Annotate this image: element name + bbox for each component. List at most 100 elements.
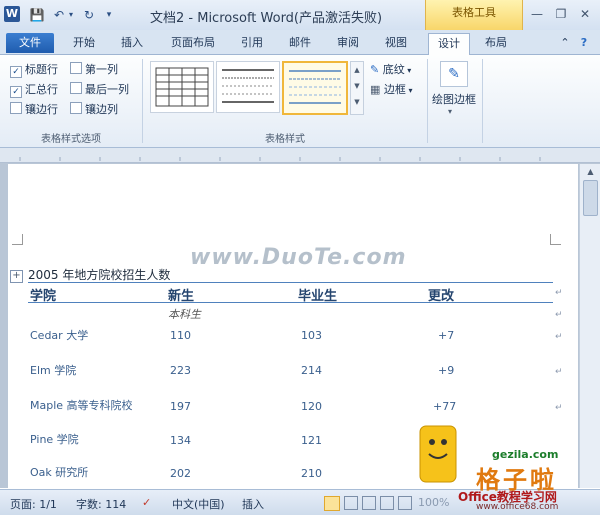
minimize-icon[interactable]: — [526,6,548,24]
tab-page-layout[interactable]: 页面布局 [160,33,226,53]
more-styles-icon[interactable]: ▼ [351,94,363,110]
banded-rows-checkbox[interactable]: 镶边行 [10,101,58,117]
cell-graduates[interactable]: 214 [301,364,322,377]
close-icon[interactable]: ✕ [574,6,596,24]
tab-mailings[interactable]: 邮件 [278,33,322,53]
cell-college[interactable]: Maple 高等专科院校 [30,397,133,413]
borders-button[interactable]: ▦ 边框 ▾ [370,81,412,97]
header-top-rule [28,282,553,283]
tab-file[interactable]: 文件 [6,33,54,53]
cell-new[interactable]: 223 [170,364,191,377]
row-end-mark: ↵ [555,367,563,377]
cell-change[interactable]: +9 [438,364,454,377]
cell-graduates[interactable]: 121 [301,434,322,447]
row-end-mark: ↵ [555,403,563,413]
margin-corner-mark [12,234,23,245]
last-column-checkbox[interactable]: 最后一列 [70,81,129,97]
checkbox-icon [70,82,82,94]
scroll-down-icon[interactable]: ▼ [351,78,363,94]
cell-new[interactable]: 197 [170,400,191,413]
ribbon-panel: ✓ 标题行 第一列 ✓ 汇总行 最后一列 镶边行 镶边列 表格样式选项 ▲ ▼ … [0,55,600,148]
margin-corner-mark [550,234,561,245]
dropdown-icon[interactable]: ▾ [66,6,76,24]
checkbox-icon [70,102,82,114]
word-count[interactable]: 字数: 114 [76,496,126,512]
row-end-mark: ↵ [555,310,563,320]
checkbox-icon [10,102,22,114]
cell-college[interactable]: Elm 学院 [30,362,76,378]
tab-review[interactable]: 审阅 [326,33,370,53]
cell-new[interactable]: 134 [170,434,191,447]
table-style-options-label: 表格样式选项 [41,134,101,145]
cell-change[interactable]: +77 [433,400,456,413]
checkbox-icon: ✓ [10,66,22,78]
cell-new[interactable]: 110 [170,329,191,342]
cell-graduates[interactable]: 103 [301,329,322,342]
insert-mode-indicator[interactable]: 插入 [242,496,264,512]
ruler[interactable] [0,148,600,163]
proofing-icon[interactable]: ✓ [142,496,151,509]
cell-change[interactable]: +7 [438,329,454,342]
total-row-checkbox[interactable]: ✓ 汇总行 [10,81,58,98]
ribbon-tabs: 文件 开始 插入 页面布局 引用 邮件 审阅 视图 设计 布局 ⌃ ? [0,30,600,55]
print-layout-view-icon[interactable] [324,496,340,511]
window-title: 文档2 - Microsoft Word(产品激活失败) [150,11,383,26]
group-divider [142,59,143,143]
language-indicator[interactable]: 中文(中国) [172,496,225,512]
tab-layout[interactable]: 布局 [474,33,518,53]
table-move-handle-icon[interactable]: + [10,270,23,283]
checkbox-icon: ✓ [10,86,22,98]
scroll-up-arrow-icon[interactable]: ▲ [580,164,600,180]
row-end-mark: ↵ [555,288,563,298]
tab-home[interactable]: 开始 [62,33,106,53]
shading-button[interactable]: ✎ 底纹 ▾ [370,61,411,77]
header-rule [28,302,553,303]
full-screen-view-icon[interactable] [344,496,358,510]
duote-watermark: www.DuoTe.com [190,245,407,270]
cell-college[interactable]: Cedar 大学 [30,327,88,343]
group-divider [482,59,483,143]
draw-borders-dropdown-icon[interactable]: ▾ [448,107,452,116]
borders-icon: ▦ [370,83,381,96]
paint-bucket-icon: ✎ [370,63,380,76]
subheader-undergrad[interactable]: 本科生 [168,306,201,322]
draft-view-icon[interactable] [398,496,412,510]
row-end-mark: ↵ [555,332,563,342]
styles-gallery-scroll[interactable]: ▲ ▼ ▼ [350,61,364,115]
redo-icon[interactable]: ↻ [80,6,98,24]
cell-graduates[interactable]: 120 [301,400,322,413]
banded-columns-checkbox[interactable]: 镶边列 [70,101,118,117]
table-tools-label: 表格工具 [425,0,523,30]
tab-view[interactable]: 视图 [374,33,418,53]
tab-design[interactable]: 设计 [428,33,470,55]
office68-url-text: www.office68.com [476,502,559,512]
save-icon[interactable]: 💾 [28,6,46,24]
cell-college[interactable]: Pine 学院 [30,431,79,447]
page-count[interactable]: 页面: 1/1 [10,496,57,512]
tab-insert[interactable]: 插入 [110,33,154,53]
table-style-light[interactable] [216,61,280,113]
scroll-thumb[interactable] [583,180,598,216]
cell-graduates[interactable]: 210 [301,467,322,480]
cell-new[interactable]: 202 [170,467,191,480]
tab-references[interactable]: 引用 [230,33,274,53]
collapse-ribbon-icon[interactable]: ⌃ [558,33,572,53]
title-bar: W 💾 ↶ ▾ ↻ ▾ 文档2 - Microsoft Word(产品激活失败)… [0,0,600,31]
table-styles-label: 表格样式 [265,134,305,145]
document-heading[interactable]: 2005 年地方院校招生人数 [28,266,170,283]
cell-college[interactable]: Oak 研究所 [30,464,88,480]
first-column-checkbox[interactable]: 第一列 [70,61,118,77]
checkbox-icon [70,62,82,74]
customize-icon[interactable]: ▾ [100,6,118,24]
web-layout-view-icon[interactable] [362,496,376,510]
help-icon[interactable]: ? [576,33,592,53]
word-app-icon[interactable]: W [4,6,20,22]
header-row-checkbox[interactable]: ✓ 标题行 [10,61,58,78]
table-style-grid[interactable] [150,61,214,113]
outline-view-icon[interactable] [380,496,394,510]
restore-icon[interactable]: ❐ [550,6,572,24]
draw-borders-button[interactable]: 绘图边框 [428,91,480,107]
draw-borders-icon[interactable]: ✎ [440,61,468,87]
scroll-up-icon[interactable]: ▲ [351,62,363,78]
table-style-selected[interactable] [282,61,348,115]
